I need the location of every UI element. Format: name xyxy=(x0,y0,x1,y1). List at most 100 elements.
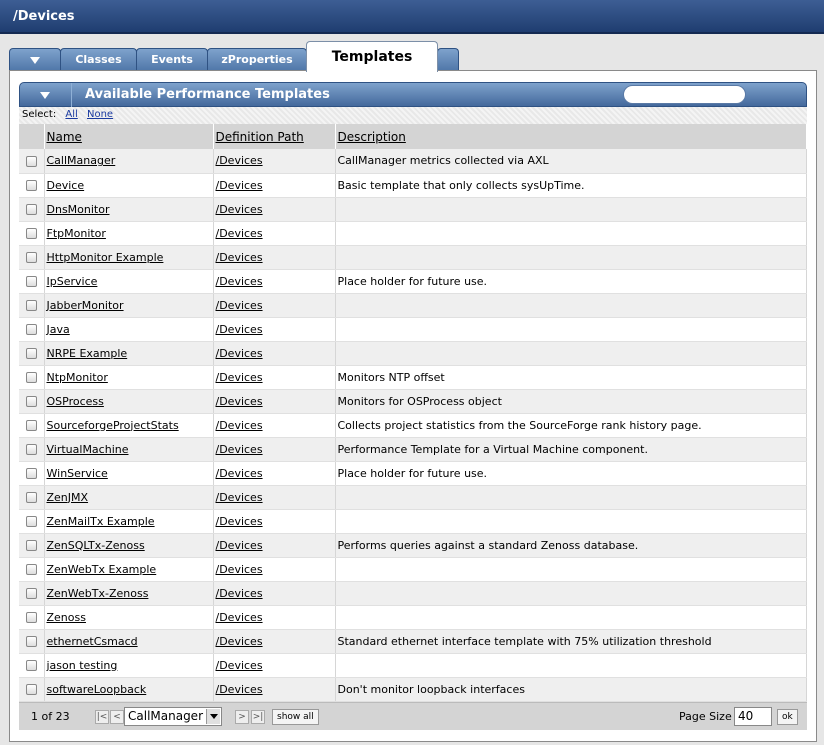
template-name-link[interactable]: FtpMonitor xyxy=(47,227,106,240)
row-checkbox[interactable] xyxy=(26,372,37,383)
definition-path-cell: /Devices xyxy=(213,629,336,654)
row-checkbox[interactable] xyxy=(26,228,37,239)
sort-name-link[interactable]: Name xyxy=(47,130,82,144)
template-name-link[interactable]: ZenMailTx Example xyxy=(47,515,155,528)
last-page-button[interactable]: >| xyxy=(251,710,265,724)
row-checkbox[interactable] xyxy=(26,588,37,599)
row-checkbox[interactable] xyxy=(26,444,37,455)
row-checkbox[interactable] xyxy=(26,420,37,431)
definition-path-link[interactable]: /Devices xyxy=(216,154,263,167)
row-checkbox[interactable] xyxy=(26,684,37,695)
definition-path-link[interactable]: /Devices xyxy=(216,659,263,672)
definition-path-link[interactable]: /Devices xyxy=(216,539,263,552)
template-name-link[interactable]: HttpMonitor Example xyxy=(47,251,164,264)
tab-templates[interactable]: Templates xyxy=(306,41,438,72)
template-name-link[interactable]: NtpMonitor xyxy=(47,371,108,384)
column-header-definition-path[interactable]: Definition Path xyxy=(213,124,336,149)
definition-path-link[interactable]: /Devices xyxy=(216,179,263,192)
row-checkbox[interactable] xyxy=(26,468,37,479)
template-name-link[interactable]: ZenJMX xyxy=(47,491,89,504)
template-name-link[interactable]: Device xyxy=(47,179,85,192)
template-name-link[interactable]: ZenSQLTx-Zenoss xyxy=(47,539,145,552)
table-row: softwareLoopback/Devices Don't monitor lo… xyxy=(19,677,807,702)
template-name-link[interactable]: softwareLoopback xyxy=(47,683,147,696)
template-name-link[interactable]: ZenWebTx-Zenoss xyxy=(47,587,149,600)
column-header-name[interactable]: Name xyxy=(44,124,214,149)
template-name-link[interactable]: jason testing xyxy=(47,659,118,672)
sort-description-link[interactable]: Description xyxy=(338,130,406,144)
definition-path-link[interactable]: /Devices xyxy=(216,491,263,504)
definition-path-link[interactable]: /Devices xyxy=(216,587,263,600)
template-name-link[interactable]: OSProcess xyxy=(47,395,104,408)
row-checkbox[interactable] xyxy=(26,492,37,503)
definition-path-link[interactable]: /Devices xyxy=(216,563,263,576)
tab-events[interactable]: Events xyxy=(136,48,208,71)
row-checkbox[interactable] xyxy=(26,180,37,191)
row-checkbox-cell xyxy=(19,245,45,270)
select-none-link[interactable]: None xyxy=(87,109,113,120)
select-all-link[interactable]: All xyxy=(65,109,77,120)
next-page-button[interactable]: > xyxy=(235,710,249,724)
template-name-link[interactable]: DnsMonitor xyxy=(47,203,110,216)
row-checkbox[interactable] xyxy=(26,396,37,407)
template-select[interactable]: CallManager xyxy=(124,707,222,726)
template-name-link[interactable]: Zenoss xyxy=(47,611,86,624)
show-all-button[interactable]: show all xyxy=(272,709,319,725)
template-name-link[interactable]: ZenWebTx Example xyxy=(47,563,157,576)
definition-path-cell: /Devices xyxy=(213,461,336,486)
template-name-link[interactable]: Java xyxy=(47,323,70,336)
definition-path-link[interactable]: /Devices xyxy=(216,299,263,312)
template-name-link[interactable]: JabberMonitor xyxy=(47,299,124,312)
template-name-link[interactable]: NRPE Example xyxy=(47,347,128,360)
row-checkbox[interactable] xyxy=(26,348,37,359)
search-input[interactable] xyxy=(623,85,746,104)
template-name-link[interactable]: CallManager xyxy=(47,154,116,167)
definition-path-link[interactable]: /Devices xyxy=(216,683,263,696)
definition-path-link[interactable]: /Devices xyxy=(216,203,263,216)
template-name-cell: Device xyxy=(44,173,214,198)
first-page-button[interactable]: |< xyxy=(95,710,109,724)
template-name-link[interactable]: SourceforgeProjectStats xyxy=(47,419,179,432)
section-menu-button[interactable] xyxy=(20,83,72,107)
definition-path-link[interactable]: /Devices xyxy=(216,347,263,360)
tab-zproperties[interactable]: zProperties xyxy=(207,48,307,71)
row-checkbox[interactable] xyxy=(26,204,37,215)
definition-path-link[interactable]: /Devices xyxy=(216,395,263,408)
row-checkbox[interactable] xyxy=(26,155,37,167)
page-size-ok-button[interactable]: ok xyxy=(777,709,798,725)
definition-path-link[interactable]: /Devices xyxy=(216,467,263,480)
template-name-link[interactable]: ethernetCsmacd xyxy=(47,635,138,648)
tab-menu-dropdown[interactable] xyxy=(9,48,61,71)
definition-path-link[interactable]: /Devices xyxy=(216,323,263,336)
definition-path-link[interactable]: /Devices xyxy=(216,371,263,384)
template-name-link[interactable]: WinService xyxy=(47,467,108,480)
template-name-link[interactable]: IpService xyxy=(47,275,98,288)
row-checkbox-cell xyxy=(19,269,45,294)
definition-path-link[interactable]: /Devices xyxy=(216,635,263,648)
definition-path-link[interactable]: /Devices xyxy=(216,443,263,456)
row-checkbox[interactable] xyxy=(26,516,37,527)
page-size-input[interactable]: 40 xyxy=(734,707,772,726)
row-checkbox[interactable] xyxy=(26,612,37,623)
definition-path-link[interactable]: /Devices xyxy=(216,275,263,288)
row-checkbox[interactable] xyxy=(26,300,37,311)
row-checkbox[interactable] xyxy=(26,276,37,287)
row-checkbox[interactable] xyxy=(26,540,37,551)
row-checkbox[interactable] xyxy=(26,564,37,575)
table-row: DnsMonitor/Devices xyxy=(19,197,807,222)
row-checkbox[interactable] xyxy=(26,636,37,647)
template-name-link[interactable]: VirtualMachine xyxy=(47,443,129,456)
definition-path-link[interactable]: /Devices xyxy=(216,227,263,240)
row-checkbox[interactable] xyxy=(26,252,37,263)
column-header-description[interactable]: Description xyxy=(335,124,807,149)
sort-path-link[interactable]: Definition Path xyxy=(216,130,304,144)
definition-path-cell: /Devices xyxy=(213,437,336,462)
prev-page-button[interactable]: < xyxy=(110,710,124,724)
definition-path-link[interactable]: /Devices xyxy=(216,515,263,528)
row-checkbox[interactable] xyxy=(26,324,37,335)
row-checkbox[interactable] xyxy=(26,660,37,671)
definition-path-link[interactable]: /Devices xyxy=(216,251,263,264)
definition-path-link[interactable]: /Devices xyxy=(216,611,263,624)
tab-classes[interactable]: Classes xyxy=(60,48,137,71)
definition-path-link[interactable]: /Devices xyxy=(216,419,263,432)
